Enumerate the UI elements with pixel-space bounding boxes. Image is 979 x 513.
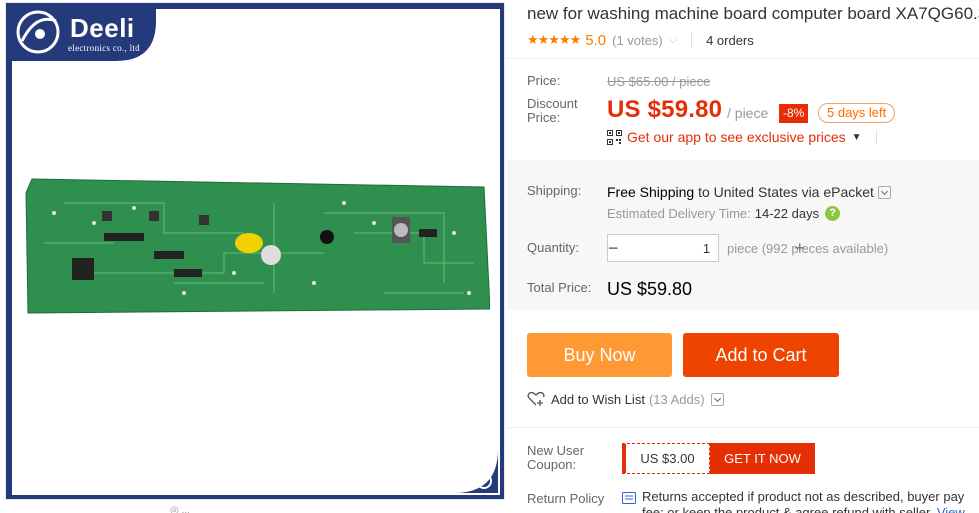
total-price-value: US $59.80 bbox=[607, 279, 693, 299]
corner-brand-icon bbox=[454, 449, 498, 493]
return-policy-line2: fee; or keep the product & agree refund … bbox=[642, 505, 934, 513]
return-policy-text: Returns accepted if product not as descr… bbox=[642, 489, 979, 513]
free-shipping-text: Free Shipping bbox=[607, 184, 695, 200]
rating-row: ★★★★★ 5.0 (1 votes) ⌵ 4 orders bbox=[527, 30, 754, 50]
wish-list-count: (13 Adds) bbox=[648, 391, 705, 407]
shipping-destination: to United States via ePacket bbox=[698, 184, 874, 200]
return-policy-line1: Returns accepted if product not as descr… bbox=[642, 489, 965, 504]
add-to-wish-list-button[interactable]: Add to Wish List (13 Adds) bbox=[527, 391, 724, 407]
coupon-widget: US $3.00 GET IT NOW bbox=[622, 443, 815, 474]
product-image-frame[interactable]: Deeli electronics co., ltd bbox=[5, 2, 505, 500]
price-label: Price: bbox=[527, 73, 561, 88]
pcb-board-image bbox=[25, 178, 490, 314]
chevron-down-icon[interactable] bbox=[710, 392, 724, 406]
wish-list-label: Add to Wish List bbox=[551, 391, 645, 407]
help-icon[interactable]: ? bbox=[825, 206, 841, 221]
buy-now-button[interactable]: Buy Now bbox=[527, 333, 672, 377]
quantity-decrease-button[interactable]: − bbox=[608, 235, 619, 261]
divider bbox=[507, 58, 979, 59]
app-promo-text: Get our app to see exclusive prices bbox=[627, 129, 846, 145]
total-price-label: Total Price: bbox=[527, 280, 592, 295]
current-price: US $59.80 bbox=[607, 96, 723, 123]
rating-stars-icon: ★★★★★ bbox=[527, 32, 581, 47]
estimated-delivery-label: Estimated Delivery Time: bbox=[607, 206, 751, 221]
estimated-delivery-days: 14-22 days bbox=[754, 206, 820, 221]
app-promo-link[interactable]: Get our app to see exclusive prices ▼ bbox=[607, 129, 877, 145]
quantity-stepper: − + bbox=[607, 234, 805, 262]
chevron-down-icon[interactable]: ⌵ bbox=[669, 34, 677, 47]
orders-count: 4 orders bbox=[706, 32, 754, 48]
brand-logo-subtext: electronics co., ltd bbox=[68, 43, 140, 53]
coupon-label: New User Coupon: bbox=[527, 443, 585, 472]
divider bbox=[507, 427, 979, 428]
price-unit: / piece bbox=[727, 105, 769, 121]
caret-down-icon: ▼ bbox=[851, 131, 862, 143]
quantity-label: Quantity: bbox=[527, 240, 580, 255]
shipping-selector[interactable]: Free Shipping to United States via ePack… bbox=[607, 184, 891, 200]
chevron-down-icon[interactable] bbox=[877, 185, 891, 199]
votes-link[interactable]: (1 votes) bbox=[612, 33, 663, 48]
qr-code-icon bbox=[607, 129, 622, 145]
return-policy-label: Return Policy bbox=[527, 491, 605, 506]
brand-logo-text: Deeli bbox=[70, 13, 135, 43]
product-title: new for washing machine board computer b… bbox=[527, 4, 979, 23]
shipping-label: Shipping: bbox=[527, 183, 582, 198]
add-to-cart-button[interactable]: Add to Cart bbox=[683, 333, 839, 377]
estimated-delivery: Estimated Delivery Time: 14-22 days ? bbox=[607, 206, 841, 221]
coupon-amount: US $3.00 bbox=[622, 443, 710, 474]
image-caption: ◎ ... bbox=[170, 505, 190, 513]
original-price: US $65.00 / piece bbox=[607, 74, 711, 89]
heart-plus-icon bbox=[527, 391, 545, 406]
divider bbox=[875, 130, 877, 144]
discount-badge: -8% bbox=[779, 104, 809, 123]
return-policy-view-link[interactable]: View bbox=[937, 505, 965, 513]
return-policy-icon bbox=[622, 492, 636, 504]
days-left-badge: 5 days left bbox=[818, 103, 896, 123]
get-coupon-button[interactable]: GET IT NOW bbox=[710, 443, 815, 474]
rating-value: 5.0 bbox=[585, 31, 607, 49]
quantity-available: piece (992 pieces available) bbox=[727, 241, 889, 256]
discount-price-label: Discount Price: bbox=[527, 96, 578, 125]
divider bbox=[691, 33, 693, 47]
